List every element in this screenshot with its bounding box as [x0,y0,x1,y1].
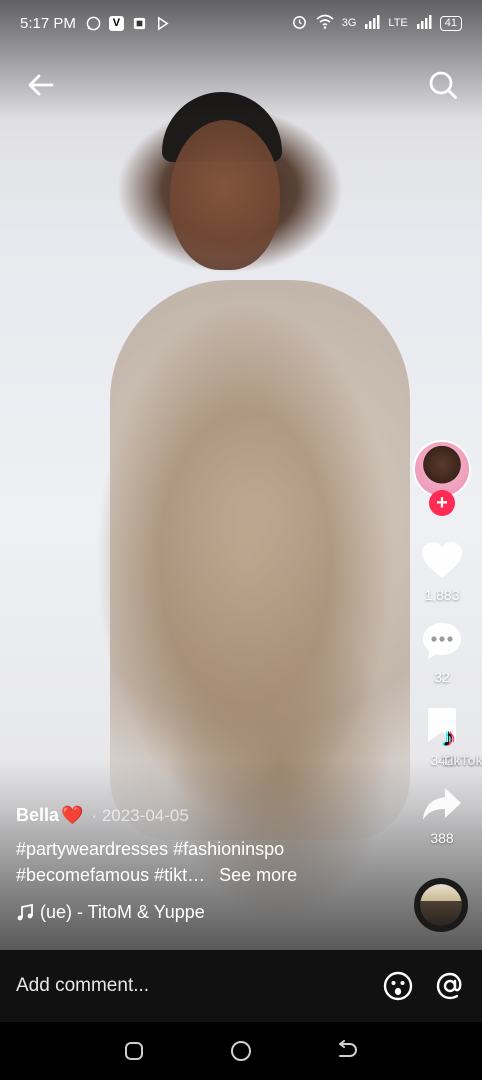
music-note-icon [17,903,33,920]
battery-indicator: 41 [439,15,462,31]
recents-square-icon [124,1042,143,1060]
music-info[interactable]: (ue) - TitoM & Yuppe [16,902,396,923]
hashtags-line-2[interactable]: #becomefamous #tikt… [16,865,205,885]
mention-button[interactable] [434,970,466,1002]
recents-button[interactable] [114,1031,154,1071]
status-time: 5:17 PM [20,14,76,32]
share-arrow-icon [423,788,461,820]
video-subject-face [170,120,280,270]
comment-count: 32 [434,669,450,685]
music-title: (ue) - TitoM & Yuppe [40,902,205,922]
heart-icon [422,542,462,578]
comment-input[interactable] [16,975,372,997]
author-name[interactable]: Bella [16,805,59,826]
follow-button[interactable]: + [429,490,455,516]
v-app-icon: V [108,15,124,31]
emoji-button[interactable] [382,970,414,1002]
media-icon [155,15,170,31]
comment-bubble-icon [423,623,461,659]
video-caption: Bella ❤️ · 2023-04-05 #partyweardresses … [16,805,396,923]
return-arrow-icon [339,1040,358,1057]
emoji-face-icon [383,971,413,1001]
hashtags: #partyweardresses #fashioninspo #becomef… [16,836,396,888]
office-icon [132,16,147,31]
top-bar [0,60,482,110]
status-bar: 5:17 PM V 3G LTE 41 [0,0,482,46]
like-button[interactable]: 1,883 [412,540,472,603]
share-button[interactable]: 388 [412,785,472,846]
watermark-label: TikTok [442,753,482,768]
system-nav-bar [0,1022,482,1080]
alarm-icon [291,13,308,33]
network-3g-label: 3G [341,17,357,29]
comment-button[interactable]: 32 [412,620,472,685]
home-button[interactable] [221,1031,261,1071]
like-count: 1,883 [424,587,460,603]
home-circle-icon [230,1041,251,1061]
back-button[interactable] [24,68,58,102]
arrow-left-icon [28,74,54,96]
tiktok-logo-icon: ♪ [442,722,455,752]
network-lte-label: LTE [388,17,408,29]
signal-icon [364,14,380,32]
at-sign-icon [436,972,462,1000]
author-line: Bella ❤️ · 2023-04-05 [16,805,396,826]
comment-bar [0,950,482,1022]
notification-icons: V [86,15,170,31]
music-disc[interactable] [414,878,468,932]
post-date: · 2023-04-05 [91,805,189,825]
music-cover-art [420,884,462,926]
wifi-icon [316,14,334,32]
search-icon [429,71,457,99]
heart-emoji-icon: ❤️ [61,805,84,825]
search-button[interactable] [426,68,460,102]
whatsapp-icon [86,16,101,31]
system-icons: 3G LTE 41 [291,13,462,33]
tiktok-watermark: ♪ TikTok [442,722,482,768]
video-subject-dress [110,280,410,840]
hashtags-line-1[interactable]: #partyweardresses #fashioninspo [16,836,396,862]
share-count: 388 [430,830,454,846]
back-nav-button[interactable] [328,1031,368,1071]
signal-icon-2 [416,14,432,32]
see-more-link[interactable]: See more [219,865,297,885]
